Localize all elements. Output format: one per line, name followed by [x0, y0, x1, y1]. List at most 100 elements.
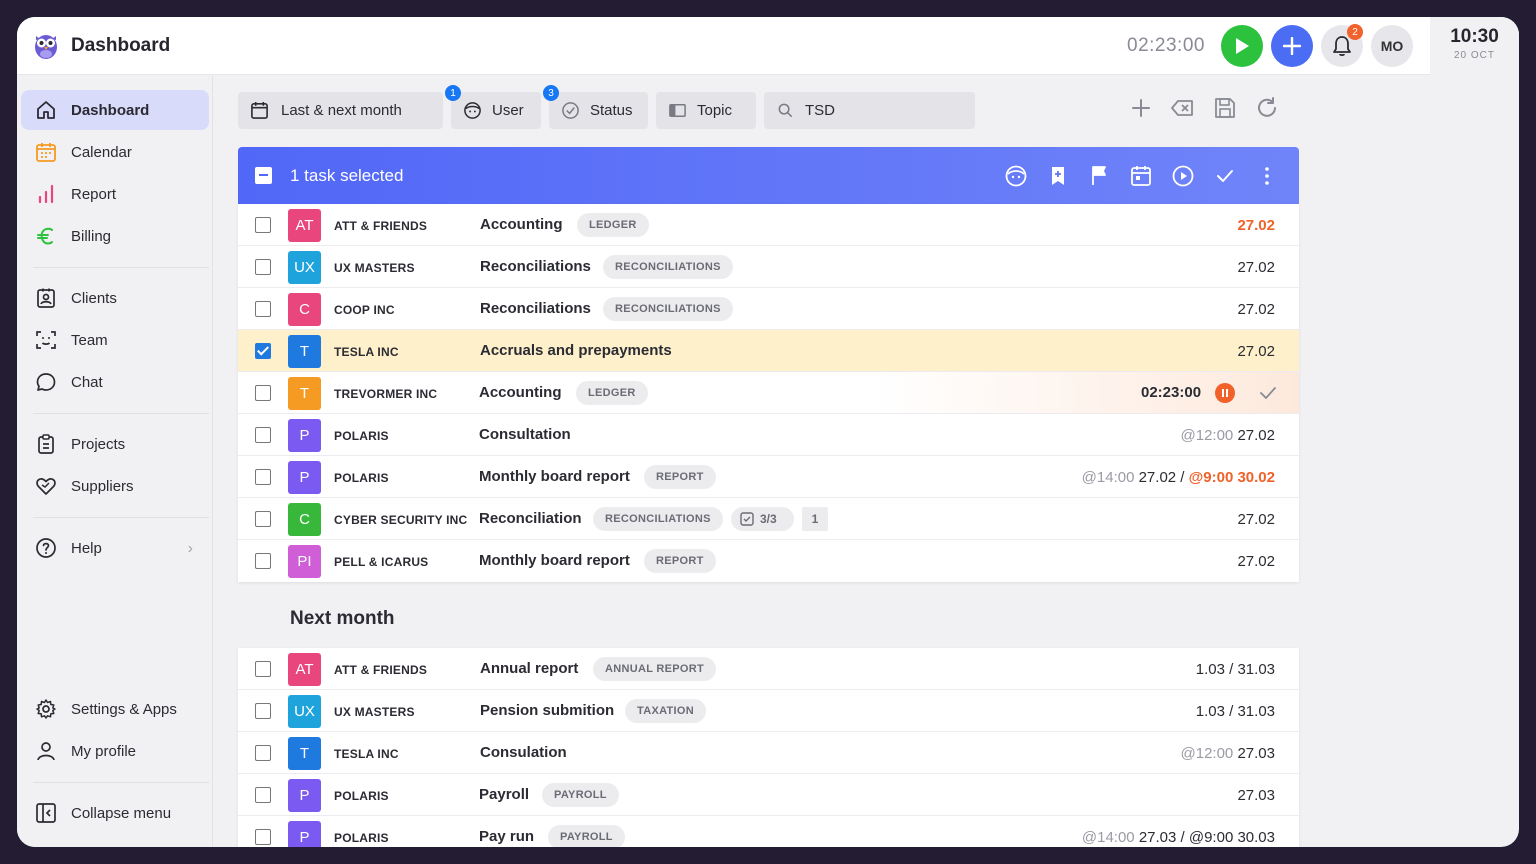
deselect-all-checkbox[interactable] [255, 167, 272, 184]
add-filter-icon[interactable] [1128, 95, 1154, 121]
sidebar-item-projects[interactable]: Projects [21, 424, 209, 464]
sidebar-item-my-profile[interactable]: My profile [21, 731, 209, 771]
topic-tag[interactable]: RECONCILIATIONS [593, 507, 723, 531]
comments-chip[interactable]: 1 [802, 507, 828, 531]
row-checkbox[interactable] [255, 787, 271, 803]
topic-tag[interactable]: TAXATION [625, 699, 706, 723]
status-filter[interactable]: 3 Status [543, 85, 648, 129]
user-avatar[interactable]: MO [1371, 25, 1413, 67]
table-row[interactable]: C COOP INC Reconciliations RECONCILIATIO… [238, 288, 1299, 330]
bookmark-icon[interactable] [1046, 164, 1070, 188]
save-filter-icon[interactable] [1212, 95, 1238, 121]
task-title[interactable]: Reconciliation [479, 510, 582, 527]
client-avatar: UX [288, 695, 321, 728]
table-row[interactable]: P POLARIS Payroll PAYROLL 27.03 [238, 774, 1299, 816]
clipboard-icon [38, 434, 54, 454]
topic-tag[interactable]: LEDGER [577, 213, 649, 237]
owl-logo-icon[interactable] [33, 30, 59, 60]
status-filter-label: Status [590, 102, 633, 119]
task-title[interactable]: Reconciliations [480, 300, 591, 317]
sidebar-item-chat[interactable]: Chat [21, 362, 209, 402]
sidebar-item-clients[interactable]: Clients [21, 278, 209, 318]
row-checkbox[interactable] [255, 745, 271, 761]
refresh-icon[interactable] [1254, 95, 1280, 121]
table-row[interactable]: C CYBER SECURITY INC Reconciliation RECO… [238, 498, 1299, 540]
sidebar-item-help[interactable]: Help › [21, 528, 209, 568]
table-row-selected[interactable]: T TESLA INC Accruals and prepayments 27.… [238, 330, 1299, 372]
task-title[interactable]: Consulation [480, 744, 567, 761]
check-icon[interactable] [1213, 164, 1237, 188]
sidebar-item-calendar[interactable]: Calendar [21, 132, 209, 172]
topic-tag[interactable]: REPORT [644, 465, 716, 489]
table-row-running[interactable]: T TREVORMER INC Accounting LEDGER 02:23:… [238, 372, 1299, 414]
table-row[interactable]: AT ATT & FRIENDS Annual report ANNUAL RE… [238, 648, 1299, 690]
subtasks-chip[interactable]: 3/3 [731, 507, 794, 531]
more-vertical-icon[interactable] [1255, 164, 1279, 188]
task-title[interactable]: Accounting [480, 216, 563, 233]
topic-tag[interactable]: RECONCILIATIONS [603, 297, 733, 321]
sidebar-item-suppliers[interactable]: Suppliers [21, 466, 209, 506]
date-range-filter[interactable]: Last & next month [238, 92, 443, 129]
start-timer-button[interactable] [1221, 25, 1263, 67]
calendar-icon [36, 143, 56, 162]
topic-tag[interactable]: PAYROLL [542, 783, 619, 807]
collapse-menu-button[interactable]: Collapse menu [21, 793, 209, 833]
row-checkbox[interactable] [255, 553, 271, 569]
task-title[interactable]: Monthly board report [479, 552, 630, 569]
table-row[interactable]: UX UX MASTERS Reconciliations RECONCILIA… [238, 246, 1299, 288]
row-checkbox[interactable] [255, 511, 271, 527]
row-checkbox-checked[interactable] [255, 343, 271, 359]
notifications-button[interactable]: 2 [1321, 24, 1363, 67]
assign-user-icon[interactable] [1004, 164, 1028, 188]
play-circle-icon[interactable] [1171, 164, 1195, 188]
sidebar-item-report[interactable]: Report [21, 174, 209, 214]
flag-icon[interactable] [1088, 164, 1112, 188]
sidebar-item-dashboard[interactable]: Dashboard [21, 90, 209, 130]
task-title[interactable]: Accounting [479, 384, 562, 401]
task-title[interactable]: Payroll [479, 786, 529, 803]
row-checkbox[interactable] [255, 829, 271, 845]
due-date: 27.03 [1237, 787, 1275, 804]
table-row[interactable]: UX UX MASTERS Pension submition TAXATION… [238, 690, 1299, 732]
clear-filter-icon[interactable] [1170, 95, 1196, 121]
task-title[interactable]: Consultation [479, 426, 571, 443]
row-checkbox[interactable] [255, 259, 271, 275]
sidebar-item-settings[interactable]: Settings & Apps [21, 689, 209, 729]
add-button[interactable] [1271, 25, 1313, 67]
running-timer: 02:23:00 [1141, 384, 1202, 401]
topic-tag[interactable]: LEDGER [576, 381, 648, 405]
topic-tag[interactable]: REPORT [644, 549, 716, 573]
task-title[interactable]: Accruals and prepayments [480, 342, 672, 359]
row-checkbox[interactable] [255, 661, 271, 677]
search-input[interactable]: TSD [764, 92, 975, 129]
row-checkbox[interactable] [255, 217, 271, 233]
calendar-icon[interactable] [1129, 164, 1153, 188]
table-row[interactable]: AT ATT & FRIENDS Accounting LEDGER 27.02 [238, 204, 1299, 246]
task-title[interactable]: Pay run [479, 828, 534, 845]
table-row[interactable]: PI PELL & ICARUS Monthly board report RE… [238, 540, 1299, 582]
row-checkbox[interactable] [255, 703, 271, 719]
table-row[interactable]: P POLARIS Consultation @12:00 27.02 [238, 414, 1299, 456]
sidebar-item-team[interactable]: Team [21, 320, 209, 360]
row-checkbox[interactable] [255, 469, 271, 485]
task-title[interactable]: Monthly board report [479, 468, 630, 485]
pause-icon[interactable] [1215, 383, 1235, 403]
topic-tag[interactable]: PAYROLL [548, 825, 625, 847]
task-title[interactable]: Pension submition [480, 702, 614, 719]
sidebar-item-label: Settings & Apps [71, 700, 177, 718]
topic-tag[interactable]: ANNUAL REPORT [593, 657, 717, 681]
task-title[interactable]: Annual report [480, 660, 578, 677]
topic-filter[interactable]: Topic [656, 92, 756, 129]
app-window: Dashboard 02:23:00 2 MO 10:30 20 OCT Das… [17, 17, 1519, 847]
topic-tag[interactable]: RECONCILIATIONS [603, 255, 733, 279]
table-row[interactable]: P POLARIS Pay run PAYROLL @14:00 27.03 /… [238, 816, 1299, 847]
table-row[interactable]: T TESLA INC Consulation @12:00 27.03 [238, 732, 1299, 774]
sidebar-item-billing[interactable]: Billing [21, 216, 209, 256]
complete-check-icon[interactable] [1258, 383, 1278, 403]
row-checkbox[interactable] [255, 301, 271, 317]
row-checkbox[interactable] [255, 385, 271, 401]
user-filter[interactable]: 1 User [445, 85, 541, 129]
row-checkbox[interactable] [255, 427, 271, 443]
table-row[interactable]: P POLARIS Monthly board report REPORT @1… [238, 456, 1299, 498]
task-title[interactable]: Reconciliations [480, 258, 591, 275]
